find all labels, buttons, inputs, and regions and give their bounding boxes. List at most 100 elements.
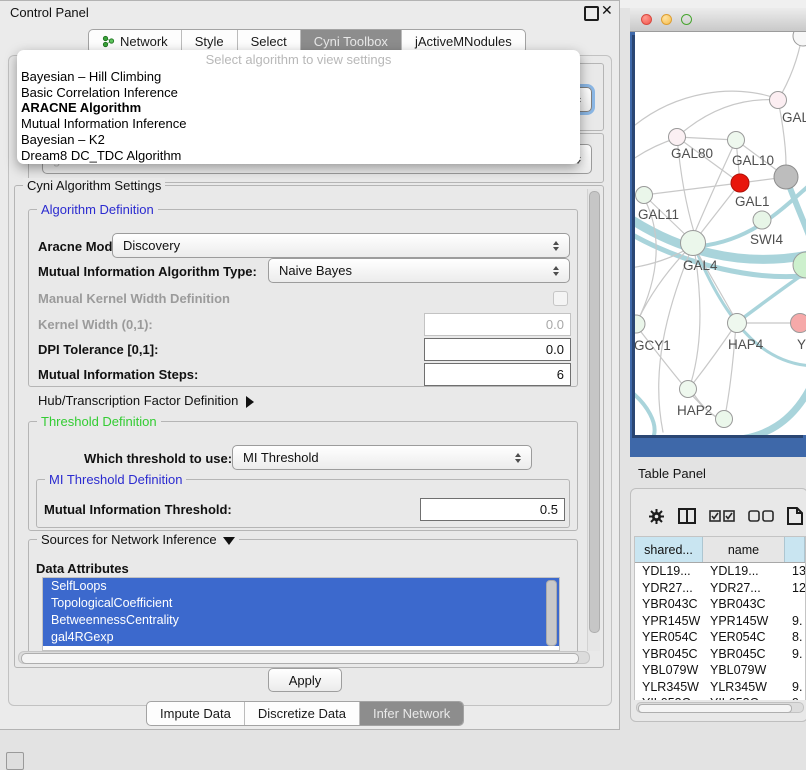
network-node[interactable]: [770, 92, 787, 109]
zoom-traffic-light[interactable]: [681, 14, 692, 25]
aracne-mode-combo[interactable]: Discovery: [112, 233, 570, 258]
table-cell[interactable]: YBL079W: [635, 663, 703, 677]
table-horizontal-scrollbar-thumb[interactable]: [638, 704, 792, 713]
list-scrollbar[interactable]: [546, 580, 557, 646]
tab-discretize-data[interactable]: Discretize Data: [244, 702, 359, 725]
table-cell[interactable]: YDL19...: [703, 564, 785, 578]
network-edge[interactable]: [731, 382, 806, 435]
apply-button[interactable]: Apply: [268, 668, 342, 692]
columns-icon[interactable]: [678, 508, 696, 524]
table-horizontal-scrollbar[interactable]: [636, 702, 804, 713]
dpi-tolerance-input[interactable]: 0.0: [424, 338, 571, 361]
table-cell[interactable]: YPR145W: [703, 614, 785, 628]
network-node[interactable]: [753, 211, 771, 229]
table-cell[interactable]: YIL053C: [635, 696, 703, 700]
network-node[interactable]: [731, 174, 749, 192]
table-cell[interactable]: YLR345W: [703, 680, 785, 694]
unchecked-checkboxes-icon[interactable]: [748, 510, 774, 522]
table-row[interactable]: YER054CYER054C8.: [635, 629, 805, 646]
network-node[interactable]: [636, 187, 653, 204]
network-edge[interactable]: [638, 244, 693, 320]
table-cell[interactable]: 9.: [785, 614, 805, 628]
kernel-width-input[interactable]: 0.0: [424, 313, 571, 336]
mi-steps-input[interactable]: 6: [424, 363, 571, 386]
data-attribute-item[interactable]: gal4RGexp: [43, 629, 559, 646]
algorithm-option[interactable]: ARACNE Algorithm: [17, 100, 580, 116]
network-node[interactable]: [774, 165, 798, 189]
mi-threshold-input[interactable]: 0.5: [420, 498, 565, 521]
network-node[interactable]: [791, 314, 806, 333]
network-node[interactable]: [728, 314, 747, 333]
close-traffic-light[interactable]: [641, 14, 652, 25]
network-edge[interactable]: [697, 183, 740, 238]
table-row[interactable]: YLR345WYLR345W9.: [635, 679, 805, 696]
data-attribute-item[interactable]: BetweennessCentrality: [43, 612, 559, 629]
column-header-partial[interactable]: [785, 537, 805, 562]
data-attribute-item[interactable]: SelfLoops: [43, 578, 559, 595]
table-cell[interactable]: YPR145W: [635, 614, 703, 628]
gear-icon[interactable]: [648, 508, 665, 525]
network-edge[interactable]: [635, 91, 775, 130]
table-cell[interactable]: YDR27...: [703, 581, 785, 595]
hub-definition-expander[interactable]: Hub/Transcription Factor Definition: [38, 393, 254, 408]
table-cell[interactable]: YDL19...: [635, 564, 703, 578]
network-node[interactable]: [716, 411, 733, 428]
table-row[interactable]: YPR145WYPR145W9.: [635, 613, 805, 630]
network-edge[interactable]: [778, 36, 802, 100]
table-row[interactable]: YDL19...YDL19...13: [635, 563, 805, 580]
document-icon[interactable]: [787, 507, 803, 525]
float-window-icon[interactable]: [584, 6, 599, 21]
table-cell[interactable]: YBR045C: [703, 647, 785, 661]
table-row[interactable]: YBL079WYBL079W: [635, 662, 805, 679]
network-node[interactable]: [793, 32, 806, 46]
network-edge[interactable]: [644, 183, 740, 195]
algorithm-option[interactable]: Bayesian – K2: [17, 132, 580, 148]
table-cell[interactable]: 13: [785, 564, 805, 578]
network-node[interactable]: [669, 129, 686, 146]
network-node[interactable]: [728, 132, 745, 149]
manual-kernel-checkbox[interactable]: [553, 291, 568, 306]
table-cell[interactable]: YBR045C: [635, 647, 703, 661]
settings-vertical-scrollbar[interactable]: [587, 189, 600, 651]
tab-infer-network[interactable]: Infer Network: [359, 702, 463, 725]
table-cell[interactable]: YER054C: [635, 630, 703, 644]
table-cell[interactable]: YIL053C: [703, 696, 785, 700]
network-node[interactable]: [681, 231, 706, 256]
network-node[interactable]: [635, 315, 645, 333]
mi-type-combo[interactable]: Naive Bayes: [268, 258, 570, 283]
checked-checkboxes-icon[interactable]: [709, 510, 735, 522]
data-attribute-item[interactable]: TopologicalCoefficient: [43, 595, 559, 612]
network-edge[interactable]: [691, 324, 736, 386]
network-canvas[interactable]: GALGAL80GAL10GAL1SWI4GAL11GAL4GCY1HAP4YH…: [635, 32, 806, 435]
close-window-icon[interactable]: ✕: [601, 2, 613, 19]
table-cell[interactable]: 9.: [785, 680, 805, 694]
table-cell[interactable]: YBR043C: [703, 597, 785, 611]
table-cell[interactable]: YBR043C: [635, 597, 703, 611]
tab-impute-data[interactable]: Impute Data: [147, 702, 244, 725]
sources-group-title[interactable]: Sources for Network Inference: [37, 532, 239, 547]
table-cell[interactable]: 12: [785, 581, 805, 595]
network-window-titlebar[interactable]: [630, 8, 806, 32]
network-edge[interactable]: [690, 254, 700, 386]
table-cell[interactable]: 9: [785, 696, 805, 700]
algorithm-option[interactable]: Dream8 DC_TDC Algorithm: [17, 148, 580, 164]
settings-horizontal-scrollbar[interactable]: [18, 651, 590, 664]
algorithm-option[interactable]: Bayesian – Hill Climbing: [17, 69, 580, 85]
settings-horizontal-scrollbar-thumb[interactable]: [21, 653, 579, 664]
network-edge[interactable]: [677, 100, 778, 137]
algorithm-option[interactable]: Mutual Information Inference: [17, 116, 580, 132]
table-cell[interactable]: YLR345W: [635, 680, 703, 694]
network-node[interactable]: [680, 381, 697, 398]
table-row[interactable]: YBR045CYBR045C9.: [635, 646, 805, 663]
table-row[interactable]: YBR043CYBR043C: [635, 596, 805, 613]
minimize-traffic-light[interactable]: [661, 14, 672, 25]
table-cell[interactable]: 8.: [785, 630, 805, 644]
network-edge[interactable]: [635, 390, 655, 435]
which-threshold-combo[interactable]: MI Threshold: [232, 445, 532, 470]
table-cell[interactable]: YER054C: [703, 630, 785, 644]
column-header-name[interactable]: name: [703, 537, 785, 562]
column-header-shared-name[interactable]: shared...: [635, 537, 703, 562]
minimized-panel-icon[interactable]: [6, 752, 24, 770]
table-row[interactable]: YDR27...YDR27...12: [635, 580, 805, 597]
table-row[interactable]: YIL053CYIL053C9: [635, 695, 805, 700]
